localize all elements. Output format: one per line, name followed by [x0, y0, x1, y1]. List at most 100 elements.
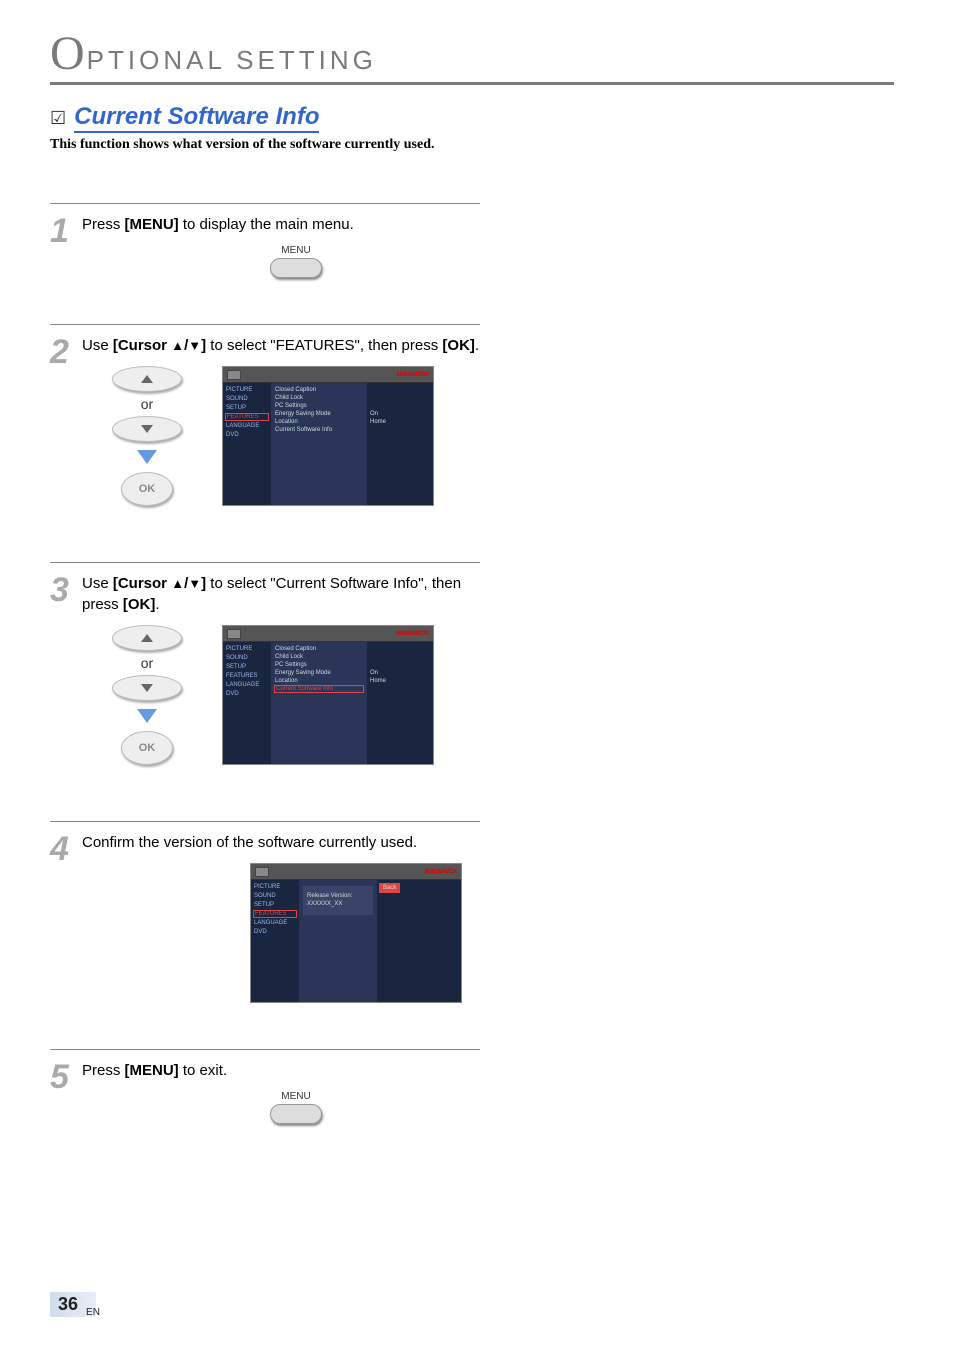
key-label: [MENU] [125, 1062, 179, 1079]
menu-button-illustration: MENU [112, 245, 480, 278]
osd-mid-column: Closed Caption Child Lock PC Settings En… [271, 383, 367, 505]
osd-item: DVD [254, 929, 296, 935]
down-triangle-icon: ▼ [188, 576, 201, 591]
osd-value: On [370, 670, 430, 676]
osd-item: PC Settings [275, 662, 363, 668]
key-label: [OK] [442, 337, 475, 354]
page-lang: EN [86, 1307, 100, 1318]
step-3-text: Use [Cursor ▲/▼] to select "Current Soft… [82, 573, 480, 615]
down-triangle-icon: ▼ [188, 338, 201, 353]
menu-button-label: MENU [281, 1091, 310, 1102]
osd-right-column: On Home [367, 642, 433, 764]
osd-item: FEATURES [226, 673, 268, 679]
menu-button-illustration: MENU [112, 1091, 480, 1124]
osd-item-selected: FEATURES [226, 414, 268, 420]
osd-item: LANGUAGE [226, 423, 268, 429]
osd-right-column: On Home [367, 383, 433, 505]
step-1: 1 Press [MENU] to display the main menu.… [50, 203, 480, 314]
page-number: 36 EN [50, 1291, 100, 1318]
osd-item: Energy Saving Mode [275, 411, 363, 417]
cursor-down-button-icon [112, 416, 182, 442]
step-number: 5 [50, 1060, 82, 1154]
pill-button-icon [270, 258, 322, 278]
step-3: 3 Use [Cursor ▲/▼] to select "Current So… [50, 562, 480, 811]
osd-right-column: Back [377, 880, 461, 1002]
step-number: 4 [50, 832, 82, 1033]
or-label: or [141, 396, 153, 412]
osd-item: Child Lock [275, 654, 363, 660]
text-fragment: . [475, 337, 479, 354]
osd-item: Current Software Info [275, 427, 363, 433]
chapter-title: PTIONAL SETTING [87, 45, 377, 76]
cursor-down-button-icon [112, 675, 182, 701]
text-fragment: to exit. [179, 1062, 227, 1079]
release-version-value: XXXXXX_XX [307, 901, 342, 907]
chapter-initial: O [50, 30, 85, 78]
osd-item: Closed Caption [275, 387, 363, 393]
osd-item: SOUND [254, 893, 296, 899]
osd-value: Home [370, 678, 430, 684]
checkbox-icon: ☑ [50, 108, 66, 129]
monitor-icon [227, 629, 241, 639]
step-5: 5 Press [MENU] to exit. MENU [50, 1049, 480, 1160]
osd-item: LANGUAGE [254, 920, 296, 926]
osd-item: DVD [226, 691, 268, 697]
ok-button-icon: OK [121, 472, 173, 506]
osd-item-selected: FEATURES [254, 911, 296, 917]
osd-item: SOUND [226, 396, 268, 402]
osd-screenshot-version: MAGNAVOX PICTURE SOUND SETUP FEATURES LA… [250, 863, 462, 1003]
brand-logo: MAGNAVOX [425, 869, 458, 875]
section-title: Current Software Info [74, 103, 319, 133]
ok-button-icon: OK [121, 731, 173, 765]
osd-item: SETUP [226, 664, 268, 670]
up-triangle-icon: ▲ [171, 338, 184, 353]
step-number: 1 [50, 214, 82, 308]
key-label: [MENU] [125, 216, 179, 233]
brand-logo: MAGNAVOX [397, 631, 430, 637]
step-2: 2 Use [Cursor ▲/▼] to select "FEATURES",… [50, 324, 480, 552]
osd-item: SETUP [226, 405, 268, 411]
text-fragment: Press [82, 1062, 125, 1079]
cursor-buttons-illustration: or OK [112, 366, 182, 506]
osd-left-column: PICTURE SOUND SETUP FEATURES LANGUAGE DV… [251, 880, 299, 1002]
cursor-up-button-icon [112, 366, 182, 392]
step-4-text: Confirm the version of the software curr… [82, 832, 480, 853]
cursor-buttons-illustration: or OK [112, 625, 182, 765]
pill-button-icon [270, 1104, 322, 1124]
osd-mid-column: Closed Caption Child Lock PC Settings En… [271, 642, 367, 764]
brand-logo: MAGNAVOX [397, 372, 430, 378]
up-triangle-icon: ▲ [171, 576, 184, 591]
down-arrow-icon [137, 709, 157, 723]
osd-item: Energy Saving Mode [275, 670, 363, 676]
osd-item-selected: Current Software Info [275, 686, 363, 692]
osd-item: Location [275, 419, 363, 425]
text-fragment: . [155, 596, 159, 613]
text-fragment: Use [82, 337, 113, 354]
down-arrow-icon [137, 450, 157, 464]
step-4: 4 Confirm the version of the software cu… [50, 821, 480, 1039]
cursor-up-button-icon [112, 625, 182, 651]
osd-left-column: PICTURE SOUND SETUP FEATURES LANGUAGE DV… [223, 383, 271, 505]
key-label: [OK] [123, 596, 156, 613]
osd-item: PICTURE [226, 646, 268, 652]
osd-screenshot-features: MAGNAVOX PICTURE SOUND SETUP FEATURES LA… [222, 366, 434, 506]
osd-item: Child Lock [275, 395, 363, 401]
osd-back-button: Back [380, 884, 399, 892]
header-rule [50, 82, 894, 85]
menu-button-label: MENU [281, 245, 310, 256]
osd-value: On [370, 411, 430, 417]
section-description: This function shows what version of the … [50, 137, 894, 153]
monitor-icon [255, 867, 269, 877]
text-fragment: to select "FEATURES", then press [206, 337, 442, 354]
osd-item: DVD [226, 432, 268, 438]
osd-left-column: PICTURE SOUND SETUP FEATURES LANGUAGE DV… [223, 642, 271, 764]
step-5-text: Press [MENU] to exit. [82, 1060, 480, 1081]
osd-item: PICTURE [254, 884, 296, 890]
or-label: or [141, 655, 153, 671]
step-1-text: Press [MENU] to display the main menu. [82, 214, 480, 235]
monitor-icon [227, 370, 241, 380]
step-number: 3 [50, 573, 82, 805]
osd-item: PC Settings [275, 403, 363, 409]
key-label: [Cursor [113, 337, 171, 354]
release-version-label: Release Version: [307, 893, 352, 899]
